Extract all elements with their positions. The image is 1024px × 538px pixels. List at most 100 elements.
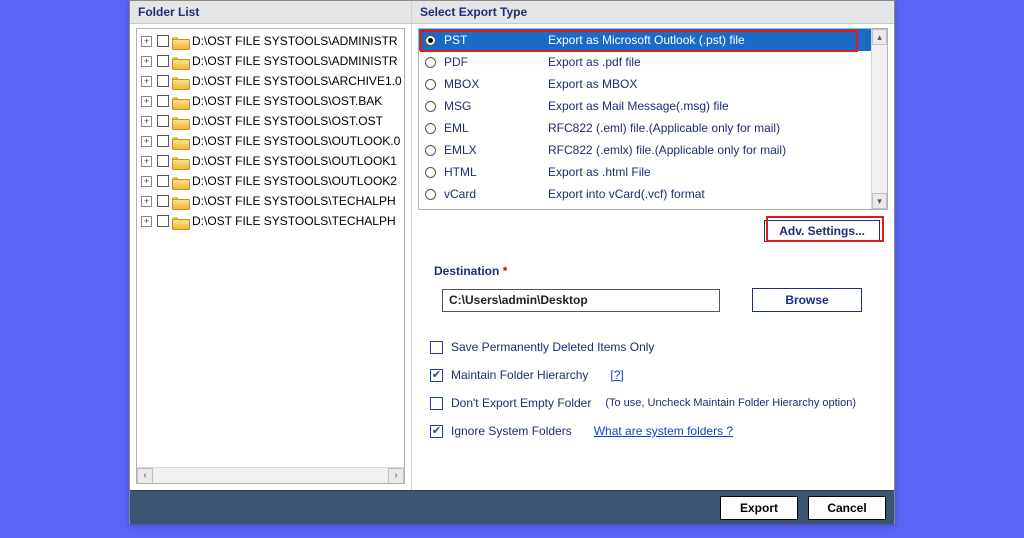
advanced-settings-button[interactable]: Adv. Settings...	[764, 220, 880, 242]
export-format-row[interactable]: vCardExport into vCard(.vcf) format	[419, 183, 871, 205]
export-format-row[interactable]: PDFExport as .pdf file	[419, 51, 871, 73]
folder-path: D:\OST FILE SYSTOOLS\ARCHIVE1.0	[192, 74, 402, 88]
folder-tree-item[interactable]: + D:\OST FILE SYSTOOLS\ADMINISTR	[137, 51, 404, 71]
folder-icon	[172, 155, 188, 168]
expand-icon[interactable]: +	[141, 156, 152, 167]
export-format-desc: Export as Microsoft Outlook (.pst) file	[548, 33, 871, 47]
scroll-up-icon[interactable]: ▴	[872, 29, 887, 45]
scroll-left-icon[interactable]: ‹	[137, 468, 153, 484]
folder-path: D:\OST FILE SYSTOOLS\TECHALPH	[192, 194, 396, 208]
folder-path: D:\OST FILE SYSTOOLS\OUTLOOK1	[192, 154, 397, 168]
folder-checkbox[interactable]	[157, 115, 169, 127]
checkbox-save-deleted[interactable]	[430, 341, 443, 354]
folder-icon	[172, 55, 188, 68]
checkbox-ignore-system[interactable]	[430, 425, 443, 438]
folder-checkbox[interactable]	[157, 155, 169, 167]
export-format-list[interactable]: PSTExport as Microsoft Outlook (.pst) fi…	[418, 28, 888, 210]
export-format-desc: Export as MBOX	[548, 77, 871, 91]
export-format-desc: Export as .html File	[548, 165, 871, 179]
export-format-row[interactable]: MSGExport as Mail Message(.msg) file	[419, 95, 871, 117]
folder-icon	[172, 35, 188, 48]
folder-icon	[172, 95, 188, 108]
export-format-radio[interactable]	[425, 167, 436, 178]
export-format-radio[interactable]	[425, 57, 436, 68]
expand-icon[interactable]: +	[141, 176, 152, 187]
export-format-radio[interactable]	[425, 101, 436, 112]
dialog-footer: Export Cancel	[130, 490, 894, 524]
label-maintain-hierarchy: Maintain Folder Hierarchy	[451, 368, 588, 382]
label-no-empty: Don't Export Empty Folder	[451, 396, 591, 410]
folder-tree-item[interactable]: + D:\OST FILE SYSTOOLS\ARCHIVE1.0	[137, 71, 404, 91]
export-options: Save Permanently Deleted Items Only Main…	[430, 340, 894, 438]
export-button[interactable]: Export	[720, 496, 798, 520]
export-format-name: MBOX	[444, 77, 548, 91]
label-ignore-system: Ignore System Folders	[451, 424, 572, 438]
expand-icon[interactable]: +	[141, 216, 152, 227]
checkbox-no-empty[interactable]	[430, 397, 443, 410]
folder-tree-item[interactable]: + D:\OST FILE SYSTOOLS\ADMINISTR	[137, 31, 404, 51]
folder-tree[interactable]: +D:\OST FILE SYSTOOLS\ADMINISTR+D:\OST F…	[136, 28, 405, 484]
folder-path: D:\OST FILE SYSTOOLS\ADMINISTR	[192, 54, 398, 68]
checkbox-maintain-hierarchy[interactable]	[430, 369, 443, 382]
link-system-folders-help[interactable]: What are system folders ?	[594, 424, 733, 438]
folder-checkbox[interactable]	[157, 75, 169, 87]
link-hierarchy-help[interactable]: [?]	[610, 368, 623, 382]
export-format-name: HTML	[444, 165, 548, 179]
folder-tree-item[interactable]: +D:\OST FILE SYSTOOLS\OUTLOOK2	[137, 171, 404, 191]
export-type-panel: Select Export Type PSTExport as Microsof…	[412, 1, 894, 490]
export-format-radio[interactable]	[425, 79, 436, 90]
folder-checkbox[interactable]	[157, 35, 169, 47]
folder-icon	[172, 195, 188, 208]
scroll-right-icon[interactable]: ›	[388, 468, 404, 484]
destination-label: Destination *	[434, 264, 894, 278]
folder-tree-item[interactable]: +D:\OST FILE SYSTOOLS\TECHALPH	[137, 211, 404, 231]
export-format-row[interactable]: EMLXRFC822 (.emlx) file.(Applicable only…	[419, 139, 871, 161]
export-format-row[interactable]: EMLRFC822 (.eml) file.(Applicable only f…	[419, 117, 871, 139]
export-list-vscrollbar[interactable]: ▴ ▾	[871, 29, 887, 209]
expand-icon[interactable]: +	[141, 196, 152, 207]
export-format-name: MSG	[444, 99, 548, 113]
export-format-desc: Export as .pdf file	[548, 55, 871, 69]
export-format-radio[interactable]	[425, 123, 436, 134]
folder-tree-hscrollbar[interactable]: ‹ ›	[137, 467, 404, 483]
export-format-desc: RFC822 (.emlx) file.(Applicable only for…	[548, 143, 871, 157]
folder-checkbox[interactable]	[157, 195, 169, 207]
expand-icon[interactable]: +	[141, 96, 152, 107]
export-format-row[interactable]: HTMLExport as .html File	[419, 161, 871, 183]
folder-checkbox[interactable]	[157, 135, 169, 147]
export-format-name: PST	[444, 33, 548, 47]
folder-path: D:\OST FILE SYSTOOLS\ADMINISTR	[192, 34, 398, 48]
folder-path: D:\OST FILE SYSTOOLS\OST.BAK	[192, 94, 382, 108]
expand-icon[interactable]: +	[141, 76, 152, 87]
export-format-row[interactable]: MBOXExport as MBOX	[419, 73, 871, 95]
folder-list-panel: Folder List +D:\OST FILE SYSTOOLS\ADMINI…	[130, 1, 412, 490]
destination-input[interactable]	[442, 289, 720, 312]
export-format-name: EMLX	[444, 143, 548, 157]
expand-icon[interactable]: +	[141, 36, 152, 47]
export-format-radio[interactable]	[425, 189, 436, 200]
expand-icon[interactable]: +	[141, 116, 152, 127]
folder-tree-item[interactable]: + D:\OST FILE SYSTOOLS\OST.BAK	[137, 91, 404, 111]
label-save-deleted: Save Permanently Deleted Items Only	[451, 340, 654, 354]
folder-checkbox[interactable]	[157, 215, 169, 227]
expand-icon[interactable]: +	[141, 56, 152, 67]
folder-tree-item[interactable]: +D:\OST FILE SYSTOOLS\OUTLOOK.0	[137, 131, 404, 151]
expand-icon[interactable]: +	[141, 136, 152, 147]
export-dialog: Folder List +D:\OST FILE SYSTOOLS\ADMINI…	[129, 0, 895, 524]
folder-tree-item[interactable]: + D:\OST FILE SYSTOOLS\OUTLOOK1	[137, 151, 404, 171]
export-format-row[interactable]: PSTExport as Microsoft Outlook (.pst) fi…	[419, 29, 871, 51]
browse-button[interactable]: Browse	[752, 288, 862, 312]
folder-checkbox[interactable]	[157, 55, 169, 67]
folder-checkbox[interactable]	[157, 175, 169, 187]
export-format-desc: Export as Mail Message(.msg) file	[548, 99, 871, 113]
cancel-button[interactable]: Cancel	[808, 496, 886, 520]
export-type-header: Select Export Type	[412, 1, 894, 24]
folder-path: D:\OST FILE SYSTOOLS\OST.OST	[192, 114, 383, 128]
export-format-radio[interactable]	[425, 145, 436, 156]
folder-checkbox[interactable]	[157, 95, 169, 107]
folder-tree-item[interactable]: + D:\OST FILE SYSTOOLS\OST.OST	[137, 111, 404, 131]
export-format-desc: RFC822 (.eml) file.(Applicable only for …	[548, 121, 871, 135]
export-format-radio[interactable]	[425, 35, 436, 46]
scroll-down-icon[interactable]: ▾	[872, 193, 887, 209]
folder-tree-item[interactable]: + D:\OST FILE SYSTOOLS\TECHALPH	[137, 191, 404, 211]
